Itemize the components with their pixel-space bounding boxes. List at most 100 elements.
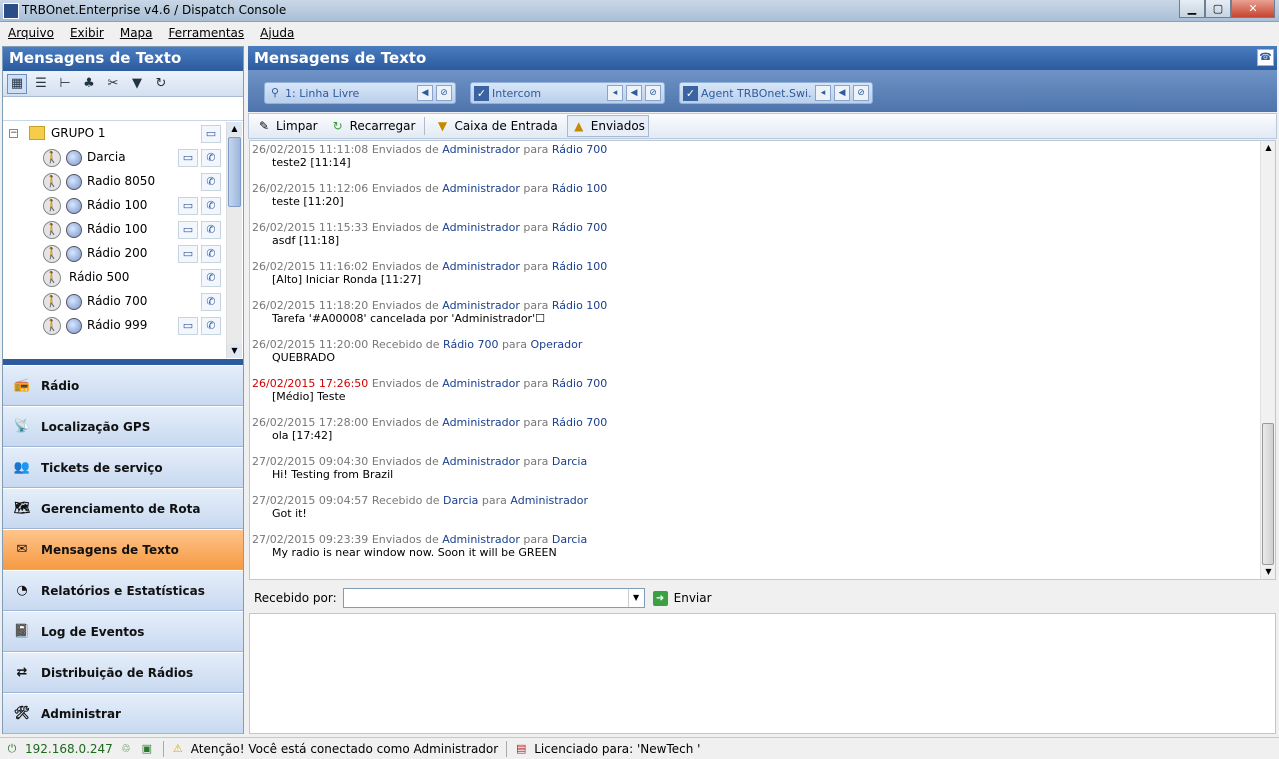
message-item[interactable]: 26/02/2015 11:16:02 Enviados de Administ… bbox=[252, 260, 1260, 299]
radio-row[interactable]: 🚶 Rádio 500 ✆ bbox=[3, 266, 227, 290]
message-icon[interactable]: ▭ bbox=[178, 245, 198, 263]
group-message-icon[interactable]: ▭ bbox=[201, 125, 221, 143]
menu-arquivo[interactable]: Arquivo bbox=[0, 26, 62, 40]
call-icon[interactable]: ✆ bbox=[201, 149, 221, 167]
channel-agent[interactable]: ✓ Agent TRBOnet.Swi... ◂ ◀ ⊘ bbox=[679, 82, 873, 104]
message-item[interactable]: 26/02/2015 11:12:06 Enviados de Administ… bbox=[252, 182, 1260, 221]
message-icon[interactable]: ▭ bbox=[178, 149, 198, 167]
sent-button[interactable]: ▲ Enviados bbox=[566, 115, 649, 137]
scroll-up-icon[interactable]: ▲ bbox=[1261, 141, 1275, 155]
speaker-icon[interactable]: ◀ bbox=[417, 85, 433, 101]
scroll-down-icon[interactable]: ▼ bbox=[1261, 565, 1275, 579]
mute-icon[interactable]: ⊘ bbox=[853, 85, 869, 101]
nav-item[interactable]: ⇄ Distribuição de Rádios bbox=[3, 652, 243, 693]
nav-item[interactable]: 📡 Localização GPS bbox=[3, 406, 243, 447]
groups-icon[interactable]: ♣ bbox=[79, 74, 99, 94]
scroll-thumb[interactable] bbox=[228, 137, 241, 207]
radio-row[interactable]: 🚶 Rádio 100 ▭ ✆ bbox=[3, 218, 227, 242]
message-icon[interactable]: ▭ bbox=[178, 197, 198, 215]
reload-button[interactable]: ↻ Recarregar bbox=[327, 115, 419, 137]
chevron-down-icon[interactable]: ▼ bbox=[627, 589, 644, 607]
scroll-down-icon[interactable]: ▼ bbox=[227, 344, 242, 358]
call-icon[interactable]: ✆ bbox=[201, 221, 221, 239]
radio-row[interactable]: 🚶 Rádio 700 ✆ bbox=[3, 290, 227, 314]
tree-view-icon[interactable]: ⊢ bbox=[55, 74, 75, 94]
radio-row[interactable]: 🚶 Radio 8050 ✆ bbox=[3, 170, 227, 194]
phone-book-icon[interactable]: ☎ bbox=[1257, 49, 1274, 66]
filter-icon[interactable]: ▼ bbox=[127, 74, 147, 94]
speaker-icon[interactable]: ◀ bbox=[626, 85, 642, 101]
mute-icon[interactable]: ⊘ bbox=[436, 85, 452, 101]
nav-item[interactable]: 🗺 Gerenciamento de Rota bbox=[3, 488, 243, 529]
message-item[interactable]: 26/02/2015 17:28:00 Enviados de Administ… bbox=[252, 416, 1260, 455]
inbox-button[interactable]: ▼ Caixa de Entrada bbox=[431, 115, 560, 137]
nav-item[interactable]: ✉ Mensagens de Texto bbox=[3, 529, 243, 570]
nav-item[interactable]: 📓 Log de Eventos bbox=[3, 611, 243, 652]
channel-checkbox[interactable]: ✓ bbox=[683, 85, 698, 101]
message-sender: Administrador bbox=[442, 533, 520, 546]
license-text: Licenciado para: 'NewTech ' bbox=[534, 741, 701, 756]
message-scrollbar[interactable]: ▲ ▼ bbox=[1260, 141, 1275, 579]
message-direction: Enviados de bbox=[371, 455, 439, 468]
message-icon[interactable]: ▭ bbox=[178, 221, 198, 239]
message-item[interactable]: 26/02/2015 11:20:00 Recebido de Rádio 70… bbox=[252, 338, 1260, 377]
call-icon[interactable]: ✆ bbox=[201, 317, 221, 335]
channel-linha-livre[interactable]: ⚲ 1: Linha Livre ◀ ⊘ bbox=[264, 82, 456, 104]
call-icon[interactable]: ✆ bbox=[201, 173, 221, 191]
group-row[interactable]: − GRUPO 1 ▭ bbox=[3, 122, 227, 146]
channel-intercom[interactable]: ✓ Intercom ◂ ◀ ⊘ bbox=[470, 82, 665, 104]
list-view-icon[interactable]: ☰ bbox=[31, 74, 51, 94]
message-item[interactable]: 26/02/2015 11:15:33 Enviados de Administ… bbox=[252, 221, 1260, 260]
maximize-button[interactable]: ▢ bbox=[1205, 0, 1231, 18]
nav-item[interactable]: 👥 Tickets de serviço bbox=[3, 447, 243, 488]
message-item[interactable]: 26/02/2015 17:26:50 Enviados de Administ… bbox=[252, 377, 1260, 416]
call-icon[interactable]: ✆ bbox=[201, 269, 221, 287]
scroll-thumb[interactable] bbox=[1262, 423, 1274, 565]
channel-checkbox[interactable]: ✓ bbox=[474, 85, 489, 101]
call-icon[interactable]: ✆ bbox=[201, 245, 221, 263]
radio-row[interactable]: 🚶 Rádio 999 ▭ ✆ bbox=[3, 314, 227, 338]
message-icon[interactable]: ▭ bbox=[178, 317, 198, 335]
radio-search-input[interactable] bbox=[3, 97, 243, 121]
menu-exibir[interactable]: Exibir bbox=[62, 26, 112, 40]
message-item[interactable]: 26/02/2015 11:11:08 Enviados de Administ… bbox=[252, 143, 1260, 182]
globe-icon bbox=[66, 150, 82, 166]
refresh-icon[interactable]: ↻ bbox=[151, 74, 171, 94]
minimize-button[interactable]: ▁ bbox=[1179, 0, 1205, 18]
message-sender: Administrador bbox=[442, 143, 520, 156]
send-button[interactable]: ➜ Enviar bbox=[652, 590, 712, 606]
network-icon: ⏻ bbox=[7, 741, 17, 755]
radio-name: Rádio 200 bbox=[87, 246, 148, 260]
nav-item[interactable]: ◔ Relatórios e Estatísticas bbox=[3, 570, 243, 611]
speaker-icon[interactable]: ◀ bbox=[834, 85, 850, 101]
status-bar: ⏻ 192.168.0.247 ♲ ▣ ⚠ Atenção! Você está… bbox=[0, 737, 1279, 759]
radio-row[interactable]: 🚶 Rádio 100 ▭ ✆ bbox=[3, 194, 227, 218]
nav-item[interactable]: 📻 Rádio bbox=[3, 365, 243, 406]
tools-icon[interactable]: ✂ bbox=[103, 74, 123, 94]
scroll-up-icon[interactable]: ▲ bbox=[227, 122, 242, 136]
details-view-icon[interactable]: ▦ bbox=[7, 73, 27, 94]
message-item[interactable]: 26/02/2015 11:18:20 Enviados de Administ… bbox=[252, 299, 1260, 338]
call-icon[interactable]: ✆ bbox=[201, 197, 221, 215]
message-item[interactable]: 27/02/2015 09:04:57 Recebido de Darcia p… bbox=[252, 494, 1260, 533]
radio-row[interactable]: 🚶 Rádio 200 ▭ ✆ bbox=[3, 242, 227, 266]
call-icon[interactable]: ✆ bbox=[201, 293, 221, 311]
clear-button[interactable]: ✎ Limpar bbox=[253, 115, 321, 137]
volume-icon[interactable]: ◂ bbox=[815, 85, 831, 101]
message-item[interactable]: 27/02/2015 09:23:39 Enviados de Administ… bbox=[252, 533, 1260, 572]
nav-item[interactable]: 🛠 Administrar bbox=[3, 693, 243, 734]
menu-ajuda[interactable]: Ajuda bbox=[252, 26, 302, 40]
close-button[interactable]: ✕ bbox=[1231, 0, 1275, 18]
radio-row[interactable]: 🚶 Darcia ▭ ✆ bbox=[3, 146, 227, 170]
tree-scrollbar[interactable]: ▲ ▼ bbox=[226, 122, 242, 358]
menu-mapa[interactable]: Mapa bbox=[112, 26, 161, 40]
received-by-select[interactable]: ▼ bbox=[342, 588, 645, 608]
volume-icon[interactable]: ◂ bbox=[607, 85, 623, 101]
menu-ferramentas[interactable]: Ferramentas bbox=[161, 26, 253, 40]
message-list[interactable]: 26/02/2015 11:11:08 Enviados de Administ… bbox=[249, 140, 1276, 580]
message-item[interactable]: 27/02/2015 09:04:30 Enviados de Administ… bbox=[252, 455, 1260, 494]
compose-message-input[interactable] bbox=[249, 613, 1276, 734]
message-recipient: Rádio 700 bbox=[551, 377, 608, 390]
mute-icon[interactable]: ⊘ bbox=[645, 85, 661, 101]
collapse-icon[interactable]: − bbox=[9, 129, 18, 138]
